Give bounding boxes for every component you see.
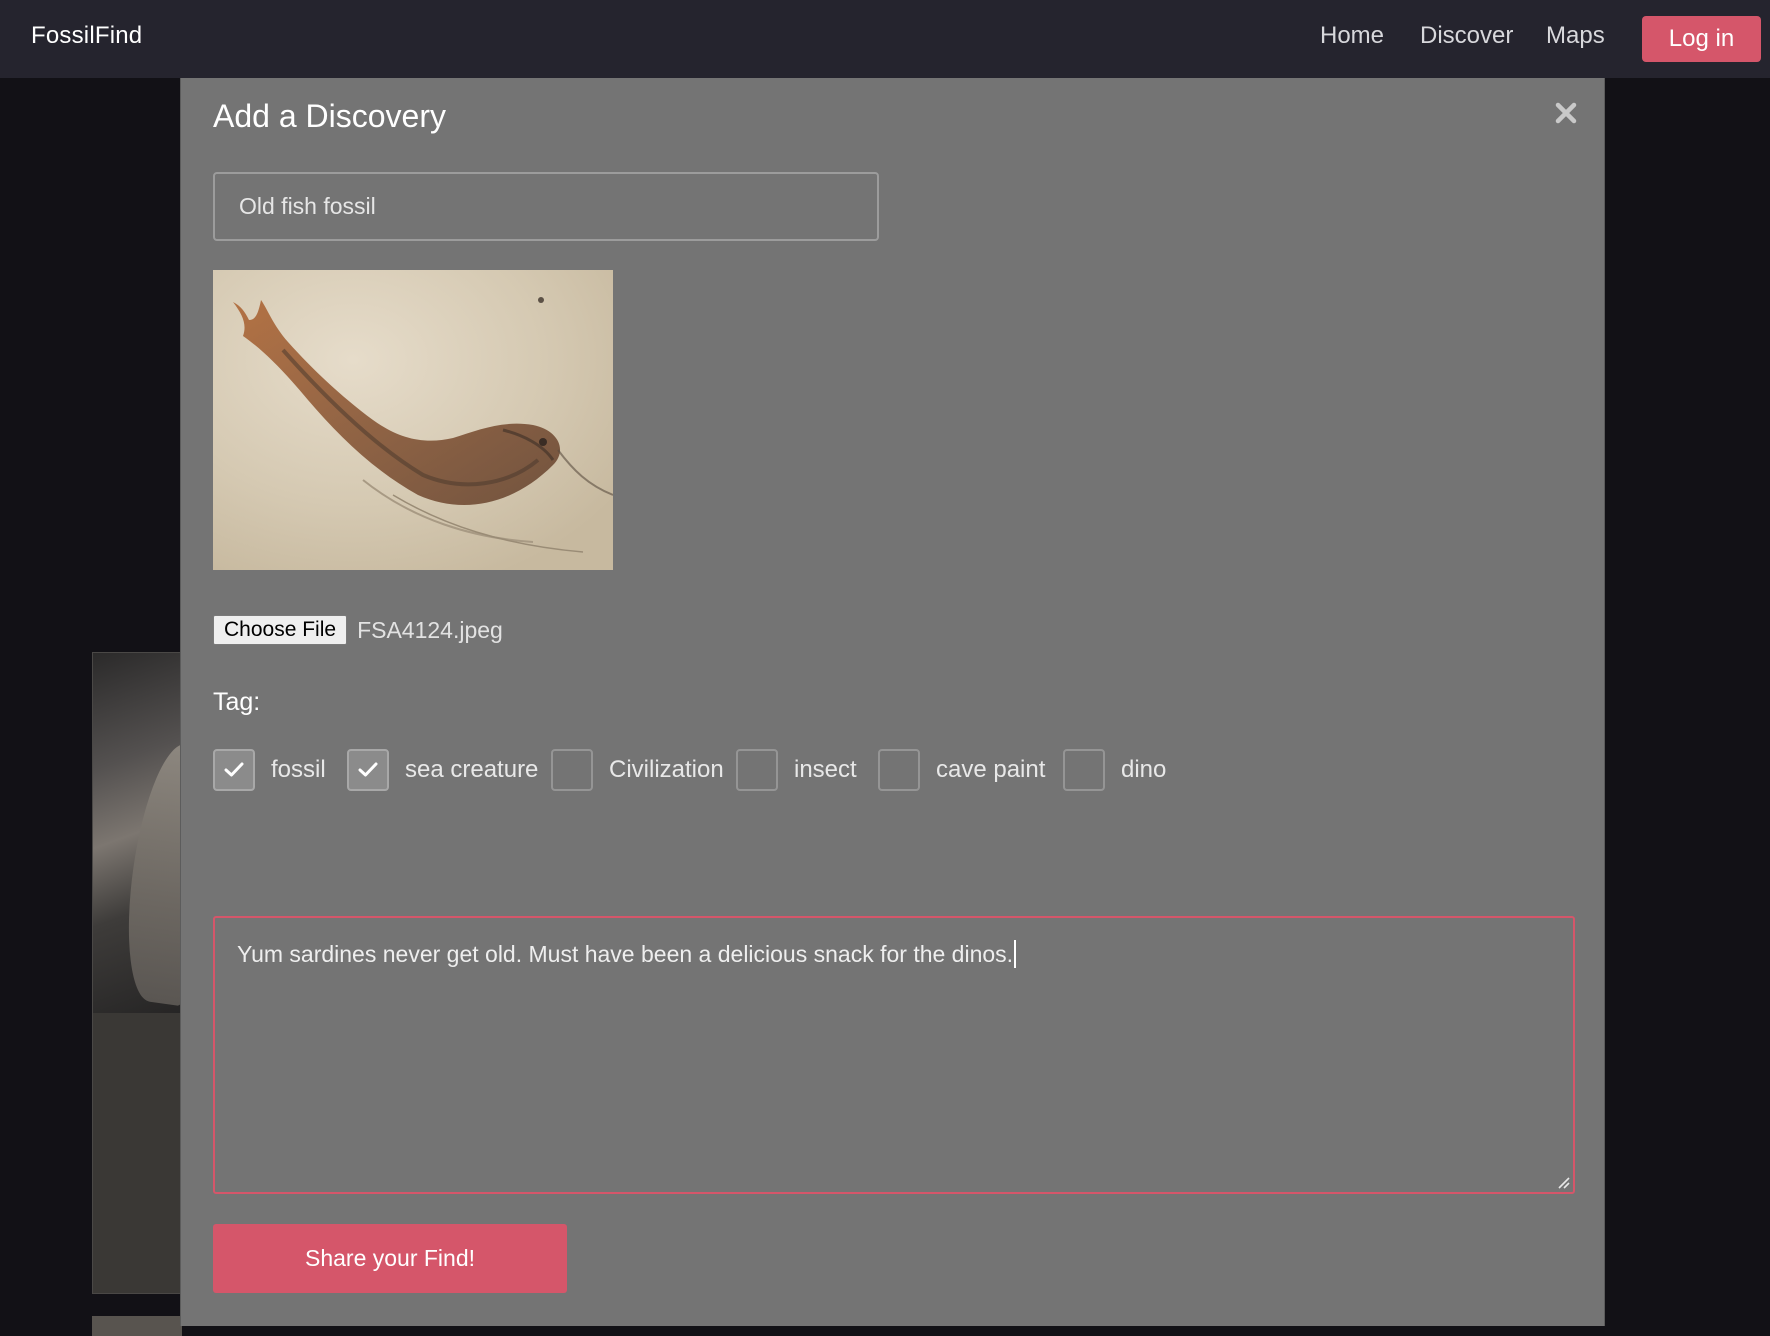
tag-dino-checkbox[interactable] bbox=[1063, 749, 1105, 791]
tag-dino[interactable]: dino bbox=[1063, 748, 1166, 792]
tag-civilization-checkbox[interactable] bbox=[551, 749, 593, 791]
close-icon bbox=[1555, 102, 1577, 129]
tag-sea-creature-label: sea creature bbox=[405, 756, 539, 783]
modal-title: Add a Discovery bbox=[213, 98, 446, 134]
description-text: Yum sardines never get old. Must have be… bbox=[237, 941, 1014, 967]
nav-maps[interactable]: Maps bbox=[1546, 22, 1605, 50]
background-discovery-card bbox=[92, 652, 182, 1294]
share-find-button[interactable]: Share your Find! bbox=[213, 1224, 567, 1293]
tag-sea-creature-checkbox[interactable] bbox=[347, 749, 389, 791]
close-button[interactable] bbox=[1551, 100, 1581, 130]
background-discovery-card-next bbox=[92, 1316, 182, 1336]
tag-dino-label: dino bbox=[1121, 756, 1167, 783]
tag-fossil-label: fossil bbox=[271, 756, 326, 783]
tag-fossil-checkbox[interactable] bbox=[213, 749, 255, 791]
discovery-title-input[interactable] bbox=[213, 172, 879, 241]
login-button[interactable]: Log in bbox=[1642, 16, 1761, 62]
tag-cave-paint-checkbox[interactable] bbox=[878, 749, 920, 791]
nav-home[interactable]: Home bbox=[1320, 22, 1384, 50]
choose-file-button[interactable]: Choose File bbox=[213, 615, 348, 645]
description-textarea[interactable]: Yum sardines never get old. Must have be… bbox=[213, 916, 1575, 1194]
fossil-preview-image bbox=[213, 270, 613, 570]
text-cursor bbox=[1014, 940, 1017, 968]
checkmark-icon bbox=[224, 762, 244, 777]
tag-civilization-label: Civilization bbox=[609, 756, 724, 783]
file-upload-row: Choose File FSA4124.jpeg bbox=[213, 614, 503, 646]
tag-insect-label: insect bbox=[794, 756, 857, 783]
brand-logo[interactable]: FossilFind bbox=[31, 22, 142, 50]
add-discovery-modal: Add a Discovery Old fish fossil Choose F… bbox=[180, 78, 1605, 1326]
checkmark-icon bbox=[358, 762, 378, 777]
selected-file-name: FSA4124.jpeg bbox=[357, 616, 503, 643]
tag-insect-checkbox[interactable] bbox=[736, 749, 778, 791]
top-navbar: FossilFind Home Discover Maps Log in bbox=[0, 0, 1770, 78]
tag-insect[interactable]: insect bbox=[736, 748, 857, 792]
nav-discover[interactable]: Discover bbox=[1420, 22, 1513, 50]
tag-cave-paint-label: cave paint bbox=[936, 756, 1046, 783]
tag-fossil[interactable]: fossil bbox=[213, 748, 326, 792]
tag-label: Tag: bbox=[213, 688, 261, 716]
resize-handle-icon[interactable] bbox=[1556, 1175, 1570, 1189]
tag-civilization[interactable]: Civilization bbox=[551, 748, 724, 792]
tag-sea-creature[interactable]: sea creature bbox=[347, 748, 538, 792]
background-card-photo bbox=[93, 653, 181, 1013]
tag-cave-paint[interactable]: cave paint bbox=[878, 748, 1045, 792]
